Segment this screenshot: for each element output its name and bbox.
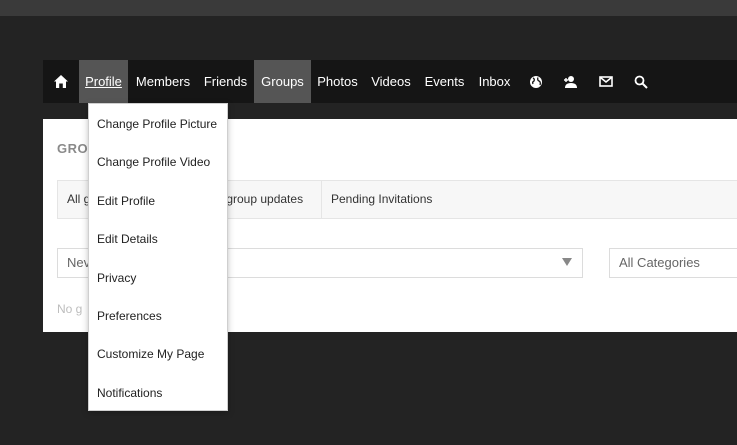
- nav-videos[interactable]: Videos: [364, 60, 418, 103]
- nav-friends[interactable]: Friends: [198, 60, 253, 103]
- category-select[interactable]: All Categories: [609, 248, 737, 278]
- menu-item-customize-my-page[interactable]: Customize My Page: [97, 347, 204, 361]
- menu-item-change-profile-picture[interactable]: Change Profile Picture: [97, 117, 217, 131]
- nav-events[interactable]: Events: [418, 60, 471, 103]
- page-title: GRO: [57, 141, 89, 156]
- search-icon[interactable]: [629, 60, 653, 103]
- nav-photos[interactable]: Photos: [311, 60, 364, 103]
- main-nav-bar: Profile Members Friends Groups Photos Vi…: [43, 60, 737, 103]
- sort-select-value: Nev: [67, 255, 91, 270]
- menu-item-edit-details[interactable]: Edit Details: [97, 232, 158, 246]
- nav-inbox[interactable]: Inbox: [471, 60, 518, 103]
- profile-dropdown-menu: Change Profile Picture Change Profile Vi…: [88, 103, 228, 411]
- empty-state-message: No g: [57, 302, 83, 316]
- menu-item-edit-profile[interactable]: Edit Profile: [97, 194, 155, 208]
- menu-item-notifications[interactable]: Notifications: [97, 386, 162, 400]
- add-friend-icon[interactable]: [559, 60, 583, 103]
- tab-pending-invitations[interactable]: Pending Invitations: [321, 181, 441, 218]
- nav-members[interactable]: Members: [128, 60, 198, 103]
- nav-profile[interactable]: Profile: [79, 60, 128, 103]
- globe-icon[interactable]: [524, 60, 548, 103]
- nav-groups[interactable]: Groups: [254, 60, 311, 103]
- mail-icon[interactable]: [594, 60, 618, 103]
- chevron-down-icon: [562, 258, 572, 266]
- browser-top-bar: [0, 0, 737, 16]
- menu-item-preferences[interactable]: Preferences: [97, 309, 162, 323]
- menu-item-privacy[interactable]: Privacy: [97, 271, 136, 285]
- category-select-value: All Categories: [619, 255, 700, 270]
- menu-item-change-profile-video[interactable]: Change Profile Video: [97, 155, 210, 169]
- home-icon[interactable]: [43, 60, 79, 103]
